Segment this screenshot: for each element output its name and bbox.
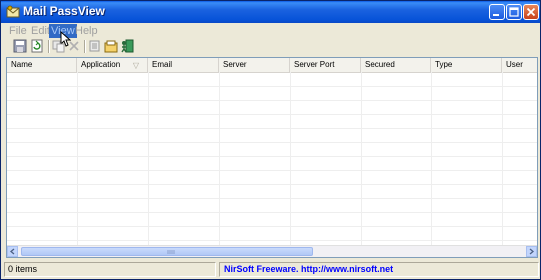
close-icon — [526, 7, 536, 17]
column-header-email[interactable]: Email — [148, 58, 219, 72]
delete-icon[interactable] — [67, 39, 81, 53]
status-item-count: 0 items — [4, 262, 216, 277]
column-header-application-label: Application — [81, 60, 121, 69]
toolbar — [9, 38, 209, 56]
grid-row-line — [7, 240, 537, 241]
refresh-icon[interactable] — [30, 39, 44, 53]
grid-row-line — [7, 198, 537, 199]
title-bar[interactable]: Mail PassView — [1, 1, 540, 23]
grid-row-line — [7, 114, 537, 115]
scroll-thumb[interactable] — [21, 247, 313, 256]
grid-row-line — [7, 100, 537, 101]
list-header: Name Application ▽ Email Server Server P… — [7, 58, 537, 73]
grip-icon — [167, 250, 175, 254]
grid-column-line — [431, 72, 432, 247]
grid-column-line — [361, 72, 362, 247]
column-header-server-port[interactable]: Server Port — [290, 58, 361, 72]
column-header-secured[interactable]: Secured — [361, 58, 431, 72]
key-envelope-icon — [6, 5, 20, 18]
scroll-right-button[interactable] — [526, 246, 537, 257]
window-title: Mail PassView — [23, 4, 105, 18]
maximize-icon — [509, 7, 519, 17]
grid-column-line — [77, 72, 78, 247]
grid-row-line — [7, 156, 537, 157]
grid-row-line — [7, 226, 537, 227]
password-list[interactable]: Name Application ▽ Email Server Server P… — [6, 57, 538, 258]
status-bar: 0 items NirSoft Freeware. http://www.nir… — [1, 260, 540, 279]
copy-icon[interactable] — [52, 39, 66, 53]
menu-file[interactable]: File — [7, 24, 29, 38]
scroll-left-button[interactable] — [7, 246, 18, 257]
main-window: Mail PassView File Edit View Help Name A… — [0, 0, 541, 280]
minimize-icon — [493, 14, 499, 16]
arrow-left-icon — [9, 248, 15, 255]
column-header-server[interactable]: Server — [219, 58, 290, 72]
grid-column-line — [290, 72, 291, 247]
column-header-name[interactable]: Name — [7, 58, 77, 72]
arrow-right-icon — [529, 248, 535, 255]
maximize-button[interactable] — [506, 4, 522, 20]
grid-column-line — [148, 72, 149, 247]
grid-column-line — [219, 72, 220, 247]
grid-row-line — [7, 142, 537, 143]
sort-arrow-icon: ▽ — [132, 61, 139, 70]
column-header-type[interactable]: Type — [431, 58, 502, 72]
grid-column-line — [502, 72, 503, 247]
close-button[interactable] — [523, 4, 539, 20]
save-icon[interactable] — [13, 39, 27, 53]
horizontal-scrollbar[interactable] — [7, 245, 537, 257]
exit-icon[interactable] — [120, 39, 134, 53]
select-all-icon[interactable] — [88, 39, 102, 53]
minimize-button[interactable] — [489, 4, 505, 20]
column-header-user[interactable]: User — [502, 58, 537, 72]
nirsoft-link[interactable]: NirSoft Freeware. http://www.nirsoft.net — [219, 262, 539, 277]
menu-help[interactable]: Help — [73, 24, 100, 38]
menu-bar: File Edit View Help — [5, 23, 539, 47]
grid-row-line — [7, 212, 537, 213]
grid-row-line — [7, 170, 537, 171]
grid-row-line — [7, 128, 537, 129]
grid-row-line — [7, 184, 537, 185]
grid-row-line — [7, 86, 537, 87]
properties-icon[interactable] — [104, 39, 118, 53]
column-header-application[interactable]: Application ▽ — [77, 58, 148, 72]
toolbar-separator — [48, 40, 50, 53]
toolbar-separator — [84, 40, 86, 53]
